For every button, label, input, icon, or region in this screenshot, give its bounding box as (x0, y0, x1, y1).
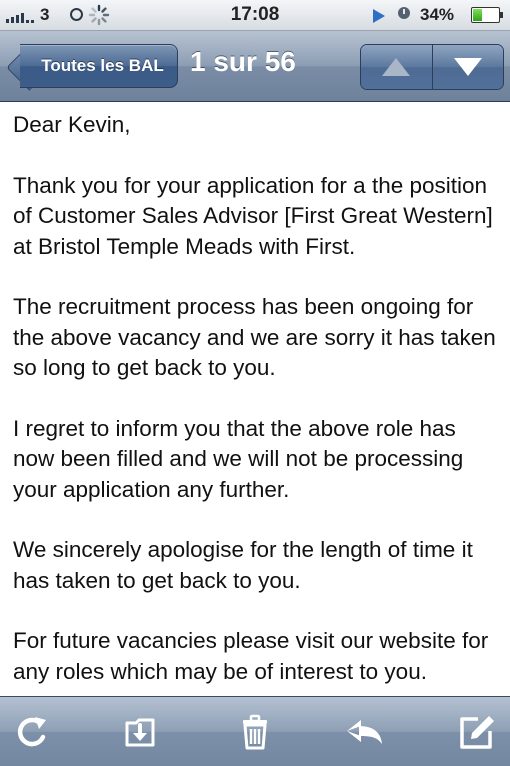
next-message-button[interactable] (431, 45, 503, 89)
back-button-label: Toutes les BAL (41, 56, 164, 75)
bottom-toolbar (0, 696, 510, 766)
battery-percent: 34% (420, 5, 455, 24)
compose-icon (460, 716, 494, 749)
message-navigation-control (360, 44, 504, 90)
arrow-down-icon (453, 58, 482, 76)
arrow-up-icon (382, 58, 411, 76)
navigation-bar: Toutes les BAL 1 sur 56 (0, 31, 510, 102)
alarm-clock-icon (398, 7, 410, 19)
move-to-folder-icon (125, 718, 155, 747)
compose-button[interactable] (456, 711, 498, 753)
refresh-icon (17, 717, 46, 747)
previous-message-button[interactable] (361, 45, 432, 89)
battery-icon (471, 7, 503, 23)
message-body[interactable]: Dear Kevin, Thank you for your applicati… (0, 102, 510, 695)
back-button[interactable]: Toutes les BAL (20, 44, 178, 88)
delete-button[interactable] (234, 711, 276, 753)
paragraph: For future vacancies please visit our we… (13, 628, 489, 684)
refresh-button[interactable] (12, 711, 54, 753)
play-icon (373, 9, 385, 23)
paragraph: Thank you for your application for a the… (13, 172, 493, 259)
paragraph: We sincerely apologise for the length of… (13, 537, 473, 593)
reply-button[interactable] (344, 711, 386, 753)
paragraph: The recruitment process has been ongoing… (13, 294, 496, 380)
greeting: Dear Kevin, (13, 112, 131, 137)
paragraph: I regret to inform you that the above ro… (13, 415, 464, 502)
battery-fill (473, 9, 483, 21)
message-counter: 1 sur 56 (190, 46, 296, 77)
trash-icon (243, 714, 267, 750)
move-to-folder-button[interactable] (120, 711, 162, 753)
status-bar: 3 17:08 34% (0, 0, 510, 31)
reply-icon (347, 720, 382, 744)
